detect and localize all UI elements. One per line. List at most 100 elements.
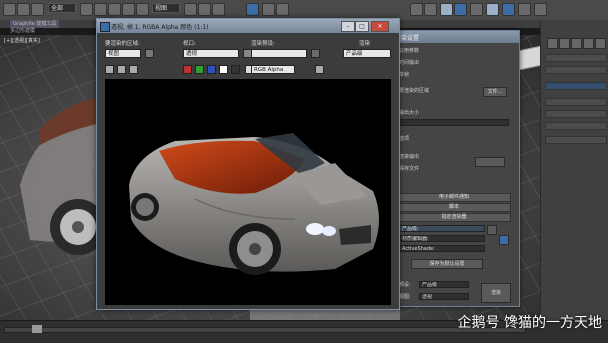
renderer-activeshade[interactable]: ActiveShade:: [399, 245, 485, 252]
cp-field-6[interactable]: [545, 122, 607, 130]
rotate-icon[interactable]: [122, 3, 135, 16]
undo-icon[interactable]: [3, 3, 16, 16]
preset-settings-icon[interactable]: [311, 49, 320, 58]
setup-line-4: 输出大小: [399, 110, 420, 116]
setup-line-3: 要渲染的区域: [399, 88, 430, 94]
setup-line-7[interactable]: 保存文件: [399, 165, 419, 172]
setup-preset-dropdown[interactable]: 产品级: [419, 281, 469, 288]
modify-tab-icon[interactable]: [559, 38, 570, 49]
selection-filter-dropdown[interactable]: 全部: [48, 3, 76, 13]
maximize-button[interactable]: □: [355, 21, 369, 32]
minimize-button[interactable]: –: [341, 21, 355, 32]
viewport-dropdown[interactable]: 透视: [183, 49, 239, 58]
move-icon[interactable]: [108, 3, 121, 16]
green-channel-icon[interactable]: [195, 65, 204, 74]
renderer-production[interactable]: 产品级:: [399, 225, 485, 232]
alpha-channel-icon[interactable]: [219, 65, 228, 74]
save-image-icon[interactable]: [105, 65, 114, 74]
area-edit-icon[interactable]: [145, 49, 154, 58]
close-button[interactable]: ✕: [371, 21, 389, 32]
select-icon[interactable]: [80, 3, 93, 16]
cp-field-5[interactable]: [545, 110, 607, 118]
render-production-icon[interactable]: [502, 3, 515, 16]
render-titlebar[interactable]: 透视, 帧 1, RGBA Alpha 颜色 (1:1) – □ ✕: [97, 19, 399, 33]
channel-dropdown[interactable]: RGB Alpha: [251, 65, 295, 74]
cp-field-1[interactable]: [545, 54, 607, 62]
red-channel-icon[interactable]: [183, 65, 192, 74]
renderer-pick-button-0[interactable]: [487, 225, 497, 235]
rendered-frame-icon[interactable]: [486, 3, 499, 16]
setup-line-5: 选项: [399, 136, 410, 142]
viewport-label-field: 视口:: [183, 41, 196, 47]
render-setup-window: 渲染设置 公用参数 时间输出 单帧 文件... 要渲染的区域 输出大小 选项 渲…: [390, 30, 520, 307]
activeshade-icon[interactable]: [534, 3, 547, 16]
setup-view-label: 视图:: [399, 294, 411, 300]
lock-icon[interactable]: [499, 235, 509, 245]
setup-render-button[interactable]: 渲染: [481, 283, 511, 303]
setup-line-2[interactable]: 单帧: [399, 71, 409, 78]
setup-save-files-button[interactable]: [475, 157, 505, 167]
snap-toggle-icon[interactable]: [212, 3, 225, 16]
setup-section-1[interactable]: 脚本: [397, 203, 511, 212]
ribbon-tab-graphite[interactable]: Graphite 建模工具: [10, 20, 60, 28]
rendered-car-icon: [129, 133, 379, 275]
setup-titlebar[interactable]: 渲染设置: [391, 31, 519, 43]
watermark: 企鹅号 馋猫的一方天地: [457, 315, 602, 331]
curve-editor-icon[interactable]: [424, 3, 437, 16]
render-label: 渲染: [359, 41, 371, 47]
area-label: 要渲染的区域:: [105, 41, 140, 47]
cp-field-7[interactable]: [545, 136, 607, 144]
redo-icon[interactable]: [17, 3, 30, 16]
mirror-icon[interactable]: [262, 3, 275, 16]
select-region-icon[interactable]: [94, 3, 107, 16]
named-selection-icon[interactable]: [246, 3, 259, 16]
ribbon-sub-label[interactable]: 多边形建模: [10, 28, 35, 35]
reference-coord-dropdown[interactable]: 视图: [152, 3, 180, 13]
renderer-material[interactable]: 材质编辑器:: [399, 235, 485, 242]
rendered-image: [105, 79, 391, 305]
cp-field-3[interactable]: [545, 82, 607, 90]
area-dropdown[interactable]: 视图: [105, 49, 141, 58]
select-manipulate-icon[interactable]: [198, 3, 211, 16]
hierarchy-tab-icon[interactable]: [571, 38, 582, 49]
setup-field-size[interactable]: [399, 119, 509, 126]
create-tab-icon[interactable]: [547, 38, 558, 49]
pivot-icon[interactable]: [184, 3, 197, 16]
setup-line-6: 渲染输出: [399, 154, 420, 160]
color-swatch-icon[interactable]: [315, 65, 324, 74]
viewport-label[interactable]: [+][透视][真实]: [4, 37, 40, 44]
display-tab-icon[interactable]: [595, 38, 606, 49]
align-icon[interactable]: [276, 3, 289, 16]
save-default-button[interactable]: 保存为默认设置: [411, 259, 483, 269]
app-icon: [100, 22, 110, 32]
cp-field-2[interactable]: [545, 66, 607, 74]
setup-line-0: 公用参数: [399, 48, 420, 54]
layer-icon[interactable]: [410, 3, 423, 16]
setup-line-1: 时间输出: [399, 60, 420, 66]
render-title: 透视, 帧 1, RGBA Alpha 颜色 (1:1): [111, 24, 209, 31]
copy-image-icon[interactable]: [117, 65, 126, 74]
setup-preset-label: 预设:: [399, 282, 411, 288]
command-panel: [540, 20, 608, 320]
link-icon[interactable]: [31, 3, 44, 16]
cp-field-4[interactable]: [545, 98, 607, 106]
setup-section-2[interactable]: 指定渲染器: [397, 213, 511, 222]
render-setup-icon[interactable]: [470, 3, 483, 16]
mono-channel-icon[interactable]: [231, 65, 240, 74]
setup-section-0[interactable]: 电子邮件通知: [397, 193, 511, 202]
preset-label: 渲染预设:: [251, 41, 275, 47]
setup-view-dropdown[interactable]: 透视: [419, 293, 469, 300]
production-dropdown[interactable]: 产品级: [343, 49, 391, 58]
scale-icon[interactable]: [136, 3, 149, 16]
render-iterative-icon[interactable]: [518, 3, 531, 16]
material-editor-icon[interactable]: [454, 3, 467, 16]
schematic-view-icon[interactable]: [440, 3, 453, 16]
rendered-frame-window: 透视, 帧 1, RGBA Alpha 颜色 (1:1) – □ ✕ 要渲染的区…: [96, 18, 400, 310]
time-slider[interactable]: [4, 327, 526, 333]
preset-dropdown[interactable]: [251, 49, 307, 58]
clone-frame-icon[interactable]: [129, 65, 138, 74]
setup-files-button[interactable]: 文件...: [483, 87, 507, 97]
time-slider-thumb[interactable]: [32, 325, 42, 333]
motion-tab-icon[interactable]: [583, 38, 594, 49]
blue-channel-icon[interactable]: [207, 65, 216, 74]
